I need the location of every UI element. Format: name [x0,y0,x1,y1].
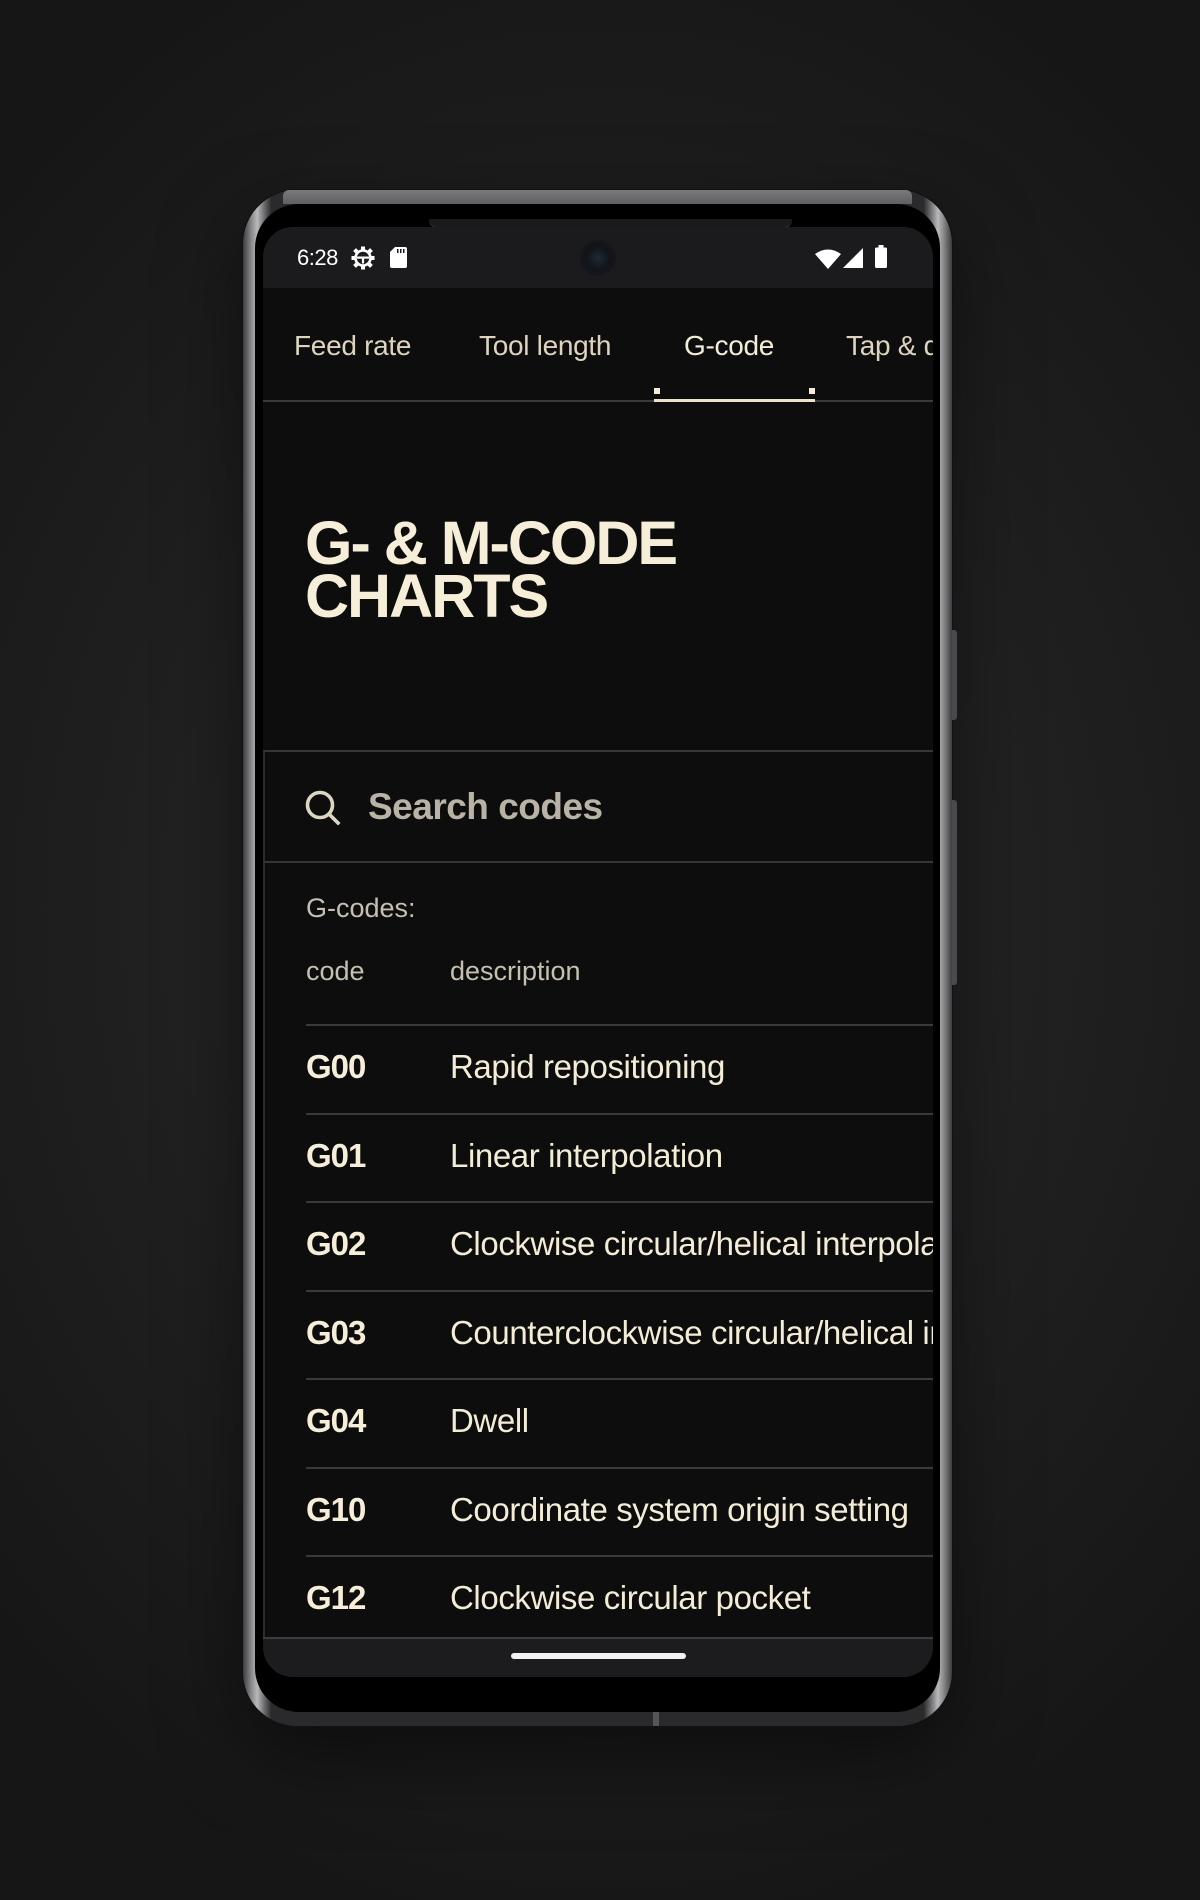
table-row[interactable]: G00 Rapid repositioning [306,1024,933,1113]
tab-indicator-corner-left [654,388,660,394]
table-row[interactable]: G03 Counterclockwise circular/helical in… [306,1289,933,1379]
wifi-icon [815,249,841,274]
row-code: G02 [306,1225,366,1262]
table-row[interactable]: G04 Dwell [306,1378,933,1467]
power-button [952,630,957,720]
tab-feed-rate[interactable]: Feed rate [294,330,411,362]
code-table: G00 Rapid repositioning G01 Linear inter… [306,1024,933,1644]
row-code: G00 [306,1048,366,1085]
page-title: G- & M-CODE CHARTS [305,513,678,630]
tab-tool-length[interactable]: Tool length [479,330,611,362]
battery-icon [875,245,887,273]
table-row[interactable]: G10 Coordinate system origin setting [306,1466,933,1556]
row-description: Rapid repositioning [450,1048,725,1085]
row-description: Clockwise circular pocket [450,1579,811,1616]
search-bar[interactable] [263,750,933,863]
volume-button [952,800,957,985]
row-code: G03 [306,1313,366,1351]
tab-indicator-corner-right [809,388,815,394]
tab-bar: Feed rate Tool length G-code Tap & d [263,288,933,402]
row-code: G12 [306,1579,366,1616]
row-code: G10 [306,1490,366,1528]
frame-seam [653,1712,659,1726]
row-code: G01 [306,1136,366,1174]
page-title-line-2: CHARTS [305,562,549,630]
home-gesture-handle[interactable] [511,1653,686,1659]
row-description: Clockwise circular/helical interpolation [450,1225,933,1262]
column-header-description: description [450,956,581,986]
phone-screen: 6:28 Feed rate Tool length G-code Tap & … [263,227,933,1677]
status-bar: 6:28 [263,227,933,288]
tab-tap-and-drill[interactable]: Tap & d [846,330,933,362]
settings-gear-icon [351,246,375,275]
table-row[interactable]: G12 Clockwise circular pocket [306,1555,933,1644]
status-time: 6:28 [297,245,338,270]
section-label-g-codes: G-codes: [306,893,416,923]
table-row[interactable]: G02 Clockwise circular/helical interpola… [306,1201,933,1290]
tab-g-code[interactable]: G-code [684,330,774,362]
row-description: Coordinate system origin setting [450,1490,909,1528]
row-code: G04 [306,1402,366,1439]
cellular-signal-icon [843,248,863,273]
search-input[interactable] [368,782,888,832]
sd-card-icon [390,247,407,273]
search-icon [305,790,345,835]
active-tab-indicator [654,399,815,402]
front-camera [580,240,616,276]
table-row[interactable]: G01 Linear interpolation [306,1112,933,1202]
row-description: Dwell [450,1402,529,1439]
phone-top-edge [283,190,912,204]
system-navigation-bar [263,1637,933,1677]
row-description: Counterclockwise circular/helical interp… [450,1313,933,1351]
column-header-code: code [306,956,365,986]
tab-bar-divider [263,400,933,402]
row-description: Linear interpolation [450,1136,723,1174]
g-code-list: G-codes: code description G00 Rapid repo… [263,863,933,1639]
